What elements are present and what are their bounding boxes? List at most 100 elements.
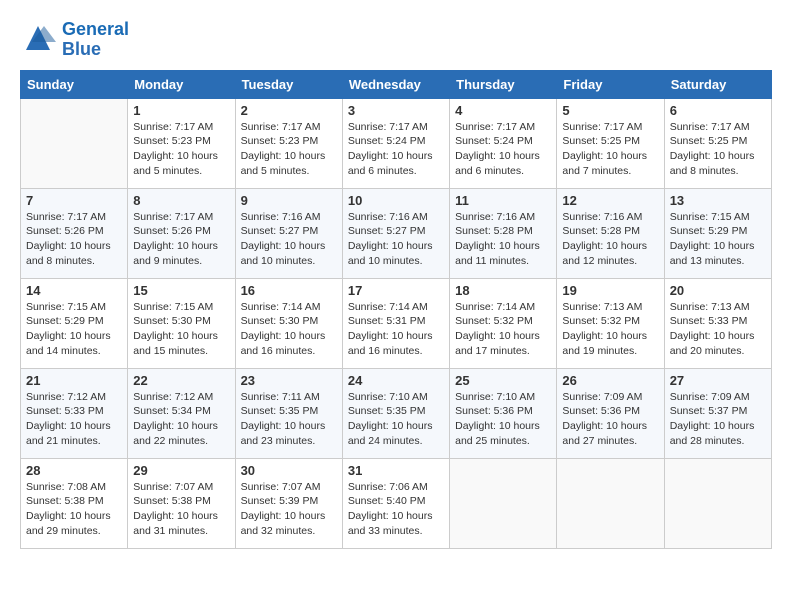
day-info: Sunrise: 7:15 AMSunset: 5:29 PMDaylight:… — [26, 300, 122, 359]
day-info: Sunrise: 7:16 AMSunset: 5:27 PMDaylight:… — [348, 210, 444, 269]
day-info: Sunrise: 7:11 AMSunset: 5:35 PMDaylight:… — [241, 390, 337, 449]
day-number: 6 — [670, 103, 766, 118]
day-number: 20 — [670, 283, 766, 298]
day-info: Sunrise: 7:13 AMSunset: 5:32 PMDaylight:… — [562, 300, 658, 359]
day-info: Sunrise: 7:14 AMSunset: 5:31 PMDaylight:… — [348, 300, 444, 359]
calendar-cell: 8 Sunrise: 7:17 AMSunset: 5:26 PMDaylight… — [128, 188, 235, 278]
day-info: Sunrise: 7:15 AMSunset: 5:30 PMDaylight:… — [133, 300, 229, 359]
day-info: Sunrise: 7:14 AMSunset: 5:30 PMDaylight:… — [241, 300, 337, 359]
day-info: Sunrise: 7:17 AMSunset: 5:25 PMDaylight:… — [562, 120, 658, 179]
day-info: Sunrise: 7:13 AMSunset: 5:33 PMDaylight:… — [670, 300, 766, 359]
col-header-saturday: Saturday — [664, 70, 771, 98]
calendar-cell — [557, 458, 664, 548]
day-info: Sunrise: 7:17 AMSunset: 5:26 PMDaylight:… — [133, 210, 229, 269]
calendar-cell: 13 Sunrise: 7:15 AMSunset: 5:29 PMDayligh… — [664, 188, 771, 278]
day-info: Sunrise: 7:09 AMSunset: 5:37 PMDaylight:… — [670, 390, 766, 449]
day-number: 11 — [455, 193, 551, 208]
day-info: Sunrise: 7:10 AMSunset: 5:36 PMDaylight:… — [455, 390, 551, 449]
day-info: Sunrise: 7:17 AMSunset: 5:23 PMDaylight:… — [133, 120, 229, 179]
day-number: 1 — [133, 103, 229, 118]
day-number: 7 — [26, 193, 122, 208]
calendar-cell — [664, 458, 771, 548]
calendar-cell: 21 Sunrise: 7:12 AMSunset: 5:33 PMDayligh… — [21, 368, 128, 458]
day-number: 25 — [455, 373, 551, 388]
day-number: 4 — [455, 103, 551, 118]
calendar-cell: 1 Sunrise: 7:17 AMSunset: 5:23 PMDaylight… — [128, 98, 235, 188]
calendar-cell: 30 Sunrise: 7:07 AMSunset: 5:39 PMDayligh… — [235, 458, 342, 548]
calendar-cell: 7Sunrise: 7:17 AMSunset: 5:26 PMDaylight… — [21, 188, 128, 278]
day-info: Sunrise: 7:16 AMSunset: 5:28 PMDaylight:… — [455, 210, 551, 269]
col-header-wednesday: Wednesday — [342, 70, 449, 98]
calendar-cell: 5 Sunrise: 7:17 AMSunset: 5:25 PMDaylight… — [557, 98, 664, 188]
day-number: 16 — [241, 283, 337, 298]
calendar-cell: 6 Sunrise: 7:17 AMSunset: 5:25 PMDaylight… — [664, 98, 771, 188]
calendar-cell: 3 Sunrise: 7:17 AMSunset: 5:24 PMDaylight… — [342, 98, 449, 188]
day-number: 8 — [133, 193, 229, 208]
day-number: 3 — [348, 103, 444, 118]
calendar-cell: 9 Sunrise: 7:16 AMSunset: 5:27 PMDaylight… — [235, 188, 342, 278]
calendar-header: SundayMondayTuesdayWednesdayThursdayFrid… — [21, 70, 772, 98]
calendar-cell: 15 Sunrise: 7:15 AMSunset: 5:30 PMDayligh… — [128, 278, 235, 368]
calendar-cell: 11 Sunrise: 7:16 AMSunset: 5:28 PMDayligh… — [450, 188, 557, 278]
day-number: 27 — [670, 373, 766, 388]
day-info: Sunrise: 7:14 AMSunset: 5:32 PMDaylight:… — [455, 300, 551, 359]
col-header-thursday: Thursday — [450, 70, 557, 98]
day-info: Sunrise: 7:07 AMSunset: 5:38 PMDaylight:… — [133, 480, 229, 539]
calendar-cell: 2Sunrise: 7:17 AMSunset: 5:23 PMDaylight… — [235, 98, 342, 188]
day-info: Sunrise: 7:16 AMSunset: 5:27 PMDaylight:… — [241, 210, 337, 269]
logo-text: General Blue — [62, 20, 129, 60]
day-info: Sunrise: 7:06 AMSunset: 5:40 PMDaylight:… — [348, 480, 444, 539]
calendar-cell: 31Sunrise: 7:06 AMSunset: 5:40 PMDayligh… — [342, 458, 449, 548]
calendar-cell: 14 Sunrise: 7:15 AMSunset: 5:29 PMDayligh… — [21, 278, 128, 368]
day-number: 13 — [670, 193, 766, 208]
calendar-cell: 25 Sunrise: 7:10 AMSunset: 5:36 PMDayligh… — [450, 368, 557, 458]
day-number: 30 — [241, 463, 337, 478]
calendar-cell: 17 Sunrise: 7:14 AMSunset: 5:31 PMDayligh… — [342, 278, 449, 368]
calendar-cell: 10 Sunrise: 7:16 AMSunset: 5:27 PMDayligh… — [342, 188, 449, 278]
day-info: Sunrise: 7:08 AMSunset: 5:38 PMDaylight:… — [26, 480, 122, 539]
day-info: Sunrise: 7:17 AMSunset: 5:24 PMDaylight:… — [455, 120, 551, 179]
day-number: 15 — [133, 283, 229, 298]
day-number: 19 — [562, 283, 658, 298]
day-info: Sunrise: 7:12 AMSunset: 5:33 PMDaylight:… — [26, 390, 122, 449]
day-info: Sunrise: 7:09 AMSunset: 5:36 PMDaylight:… — [562, 390, 658, 449]
col-header-monday: Monday — [128, 70, 235, 98]
day-number: 18 — [455, 283, 551, 298]
calendar-table: SundayMondayTuesdayWednesdayThursdayFrid… — [20, 70, 772, 549]
col-header-friday: Friday — [557, 70, 664, 98]
calendar-cell: 24 Sunrise: 7:10 AMSunset: 5:35 PMDayligh… — [342, 368, 449, 458]
calendar-cell: 26 Sunrise: 7:09 AMSunset: 5:36 PMDayligh… — [557, 368, 664, 458]
calendar-cell: 19 Sunrise: 7:13 AMSunset: 5:32 PMDayligh… — [557, 278, 664, 368]
calendar-cell: 4 Sunrise: 7:17 AMSunset: 5:24 PMDaylight… — [450, 98, 557, 188]
calendar-cell: 28 Sunrise: 7:08 AMSunset: 5:38 PMDayligh… — [21, 458, 128, 548]
day-number: 2 — [241, 103, 337, 118]
day-number: 17 — [348, 283, 444, 298]
day-number: 26 — [562, 373, 658, 388]
calendar-cell: 20 Sunrise: 7:13 AMSunset: 5:33 PMDayligh… — [664, 278, 771, 368]
day-number: 28 — [26, 463, 122, 478]
day-info: Sunrise: 7:15 AMSunset: 5:29 PMDaylight:… — [670, 210, 766, 269]
day-number: 10 — [348, 193, 444, 208]
calendar-cell: 18 Sunrise: 7:14 AMSunset: 5:32 PMDayligh… — [450, 278, 557, 368]
calendar-cell: 16 Sunrise: 7:14 AMSunset: 5:30 PMDayligh… — [235, 278, 342, 368]
day-number: 22 — [133, 373, 229, 388]
day-number: 12 — [562, 193, 658, 208]
day-number: 24 — [348, 373, 444, 388]
calendar-cell: 29Sunrise: 7:07 AMSunset: 5:38 PMDayligh… — [128, 458, 235, 548]
day-number: 9 — [241, 193, 337, 208]
day-info: Sunrise: 7:17 AMSunset: 5:24 PMDaylight:… — [348, 120, 444, 179]
day-number: 21 — [26, 373, 122, 388]
day-info: Sunrise: 7:07 AMSunset: 5:39 PMDaylight:… — [241, 480, 337, 539]
calendar-cell — [450, 458, 557, 548]
day-info: Sunrise: 7:10 AMSunset: 5:35 PMDaylight:… — [348, 390, 444, 449]
day-info: Sunrise: 7:17 AMSunset: 5:25 PMDaylight:… — [670, 120, 766, 179]
col-header-sunday: Sunday — [21, 70, 128, 98]
day-number: 5 — [562, 103, 658, 118]
calendar-cell: 27 Sunrise: 7:09 AMSunset: 5:37 PMDayligh… — [664, 368, 771, 458]
day-number: 23 — [241, 373, 337, 388]
calendar-cell — [21, 98, 128, 188]
day-number: 14 — [26, 283, 122, 298]
page-header: General Blue — [20, 20, 772, 60]
logo-icon — [20, 22, 56, 58]
col-header-tuesday: Tuesday — [235, 70, 342, 98]
